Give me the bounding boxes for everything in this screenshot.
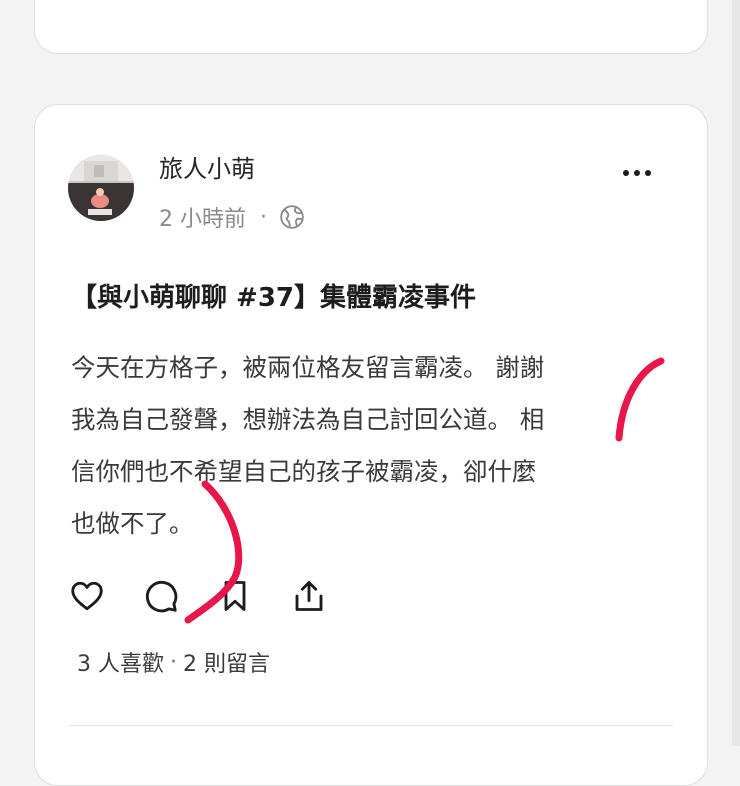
post-meta: 2 小時前 · (159, 201, 305, 233)
post-card: 旅人小萌 2 小時前 · 【與小萌聊聊 #37】集體霸凌事件 今天在方格子，被兩… (34, 104, 708, 786)
post-body-line: 今天在方格子，被兩位格友留言霸凌。 謝謝 (71, 353, 545, 382)
post-body-line: 也做不了。 (71, 509, 194, 538)
more-options-button[interactable] (619, 161, 655, 185)
post-stats: 3 人喜歡 · 2 則留言 (77, 646, 270, 678)
post-time: 2 小時前 (159, 207, 246, 232)
post-actions (69, 578, 327, 614)
post-body[interactable]: 今天在方格子，被兩位格友留言霸凌。 謝謝 我為自己發聲，想辦法為自己討回公道。 … (71, 342, 671, 550)
heart-icon[interactable] (69, 578, 105, 614)
meta-separator: · (260, 204, 267, 230)
comment-bubble-icon[interactable] (143, 578, 179, 614)
post-body-line: 信你們也不希望自己的孩子被霸凌，卻什麼 (71, 457, 537, 486)
card-divider (69, 725, 673, 726)
previous-post-card (34, 0, 708, 54)
author-avatar[interactable] (68, 155, 134, 221)
comments-count[interactable]: 2 則留言 (183, 646, 270, 678)
bookmark-icon[interactable] (217, 578, 253, 614)
more-dots-icon (623, 170, 651, 176)
stats-separator: · (170, 649, 177, 675)
avatar-photo (68, 155, 134, 221)
share-icon[interactable] (291, 578, 327, 614)
author-name[interactable]: 旅人小萌 (159, 149, 255, 184)
post-title[interactable]: 【與小萌聊聊 #37】集體霸凌事件 (71, 277, 476, 314)
likes-count[interactable]: 3 人喜歡 (77, 646, 164, 678)
post-body-line: 我為自己發聲，想辦法為自己討回公道。 相 (71, 405, 545, 434)
scrollbar-track[interactable] (732, 0, 740, 746)
globe-icon (280, 205, 304, 229)
